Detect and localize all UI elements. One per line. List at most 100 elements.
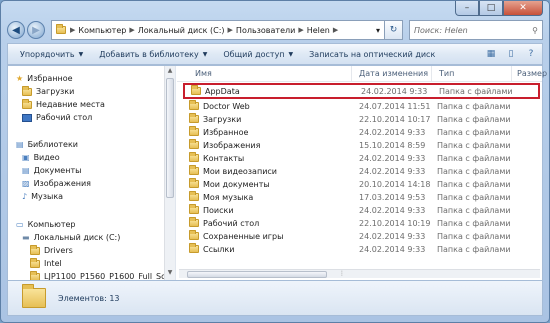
desktop-icon <box>22 113 32 122</box>
breadcrumb-chevron-icon[interactable]: ▶ <box>298 26 303 34</box>
nav-local-disk[interactable]: ▬ Локальный диск (C:) <box>22 231 120 244</box>
folder-icon <box>189 204 199 214</box>
share-button[interactable]: Общий доступ ▼ <box>215 45 301 63</box>
column-date[interactable]: Дата изменения <box>359 69 428 78</box>
drive-icon: ▬ <box>22 233 30 242</box>
nav-libraries[interactable]: ▤ Библиотеки <box>16 138 78 151</box>
star-icon: ★ <box>16 74 24 83</box>
file-row[interactable]: Изображения 15.10.2014 8:59 Папка с файлам… <box>183 139 542 152</box>
nav-desktop[interactable]: Рабочий стол <box>22 111 92 124</box>
file-row[interactable]: Моя музыка 17.03.2014 9:53 Папка с файлами <box>183 191 542 204</box>
breadcrumb-chevron-icon[interactable]: ▶ <box>228 26 233 34</box>
scroll-up-icon[interactable]: ▲ <box>165 67 175 77</box>
file-list: Имя Дата изменения Тип Размер AppData 24… <box>177 66 547 280</box>
scroll-down-icon[interactable]: ▼ <box>165 269 175 279</box>
column-header-row: Имя Дата изменения Тип Размер <box>177 66 547 82</box>
nav-scrollbar[interactable]: ▲ ▼ <box>164 66 175 280</box>
folder-icon <box>189 126 199 136</box>
downloads-folder-icon <box>22 85 32 96</box>
file-row[interactable]: Контакты 24.02.2014 9:33 Папка с файлами <box>183 152 542 165</box>
nav-images[interactable]: ▨ Изображения <box>22 177 91 190</box>
command-bar: Упорядочить ▼ Добавить в библиотеку ▼ Общи… <box>7 43 543 65</box>
search-placeholder: Поиск: Helen <box>414 25 468 35</box>
file-row[interactable]: Сохраненные игры 24.02.2014 9:33 Папка с ф… <box>183 230 542 243</box>
folder-icon <box>189 230 199 240</box>
address-dropdown-icon[interactable]: ▾ <box>376 26 380 35</box>
content-area: ★ Избранное Загрузки Недавние места Рабоч… <box>7 65 547 281</box>
view-options-icon[interactable]: ▦ <box>484 47 498 61</box>
recent-places-icon <box>22 98 32 109</box>
folder-icon <box>30 244 40 255</box>
list-scroll-thumb[interactable] <box>187 271 327 278</box>
folder-icon <box>189 100 199 110</box>
breadcrumb-users[interactable]: Пользователи <box>236 26 295 35</box>
nav-favorites[interactable]: ★ Избранное <box>16 72 73 85</box>
help-icon[interactable]: ? <box>524 47 538 61</box>
breadcrumb-helen[interactable]: Helen <box>307 26 330 35</box>
file-date: 24.02.2014 9:33 <box>361 86 428 96</box>
breadcrumb-chevron-icon[interactable]: ▶ <box>129 26 134 34</box>
nav-recent[interactable]: Недавние места <box>22 98 105 111</box>
column-type[interactable]: Тип <box>439 69 454 78</box>
folder-icon <box>189 178 199 188</box>
address-row: ◀ ▶ ▶ Компьютер ▶ Локальный диск (C:) ▶ … <box>7 19 543 41</box>
scroll-grip-icon: ⋮ <box>339 270 345 277</box>
search-input[interactable]: Поиск: Helen ⚲ <box>409 20 543 40</box>
nav-intel[interactable]: Intel <box>30 257 62 270</box>
folder-icon <box>30 270 40 280</box>
folder-icon <box>189 152 199 162</box>
folder-icon <box>189 139 199 149</box>
nav-video[interactable]: ▣ Видео <box>22 151 60 164</box>
video-icon: ▣ <box>22 153 30 162</box>
nav-ljp[interactable]: LJP1100_P1560_P1600_Full_Solution <box>30 270 175 280</box>
window-controls: – □ ✕ <box>455 1 543 17</box>
preview-pane-icon[interactable]: ▯ <box>504 47 518 61</box>
back-button[interactable]: ◀ <box>7 21 25 39</box>
organize-button[interactable]: Упорядочить ▼ <box>12 45 91 63</box>
file-row[interactable]: Ссылки 24.02.2014 9:33 Папка с файлами <box>183 243 542 256</box>
file-name: AppData <box>205 86 240 96</box>
folder-icon <box>56 24 66 34</box>
file-row[interactable]: Загрузки 22.10.2014 10:17 Папка с файлами <box>183 113 542 126</box>
maximize-button[interactable]: □ <box>479 1 503 16</box>
refresh-button[interactable]: ↻ <box>385 20 403 40</box>
nav-computer[interactable]: ▭ Компьютер <box>16 218 76 231</box>
address-bar[interactable]: ▶ Компьютер ▶ Локальный диск (C:) ▶ Поль… <box>51 20 385 40</box>
nav-scroll-thumb[interactable] <box>166 78 174 198</box>
folder-icon <box>189 243 199 253</box>
nav-drivers[interactable]: Drivers <box>30 244 73 257</box>
item-count: Элементов: 13 <box>58 293 120 303</box>
column-size[interactable]: Размер <box>517 69 547 78</box>
forward-button[interactable]: ▶ <box>27 21 45 39</box>
file-row-selected[interactable]: AppData 24.02.2014 9:33 Папка с файлами <box>183 83 540 99</box>
computer-icon: ▭ <box>16 220 24 229</box>
file-row[interactable]: Мои видеозаписи 24.02.2014 9:33 Папка с фа… <box>183 165 542 178</box>
libraries-icon: ▤ <box>16 140 24 149</box>
breadcrumb-computer[interactable]: Компьютер <box>78 26 126 35</box>
nav-music[interactable]: ♪ Музыка <box>22 190 63 203</box>
file-row[interactable]: Поиски 24.02.2014 9:33 Папка с файлами <box>183 204 542 217</box>
nav-documents[interactable]: ▤ Документы <box>22 164 81 177</box>
breadcrumb-chevron-icon[interactable]: ▶ <box>333 26 338 34</box>
file-row[interactable]: Doctor Web 24.07.2014 11:51 Папка с файлам… <box>183 100 542 113</box>
folder-icon <box>189 191 199 201</box>
large-folder-icon <box>22 284 46 308</box>
folder-icon <box>189 217 199 227</box>
close-button[interactable]: ✕ <box>503 1 543 16</box>
list-horizontal-scrollbar[interactable]: ⋮ <box>179 269 540 278</box>
nav-downloads[interactable]: Загрузки <box>22 85 74 98</box>
folder-icon <box>191 85 201 95</box>
images-icon: ▨ <box>22 179 30 188</box>
file-row[interactable]: Рабочий стол 22.10.2014 10:19 Папка с файл… <box>183 217 542 230</box>
file-row[interactable]: Мои документы 20.10.2014 14:18 Папка с фай… <box>183 178 542 191</box>
breadcrumb-chevron-icon[interactable]: ▶ <box>70 26 75 34</box>
file-row[interactable]: Избранное 24.02.2014 9:33 Папка с файлами <box>183 126 542 139</box>
explorer-window: – □ ✕ ◀ ▶ ▶ Компьютер ▶ Локальный диск (… <box>0 0 550 323</box>
breadcrumb-local-disk[interactable]: Локальный диск (C:) <box>138 26 225 35</box>
column-name[interactable]: Имя <box>195 69 212 78</box>
navigation-pane: ★ Избранное Загрузки Недавние места Рабоч… <box>8 66 176 280</box>
burn-button[interactable]: Записать на оптический диск <box>301 45 443 63</box>
minimize-button[interactable]: – <box>455 1 479 16</box>
add-to-library-button[interactable]: Добавить в библиотеку ▼ <box>91 45 215 63</box>
search-icon: ⚲ <box>532 25 538 35</box>
